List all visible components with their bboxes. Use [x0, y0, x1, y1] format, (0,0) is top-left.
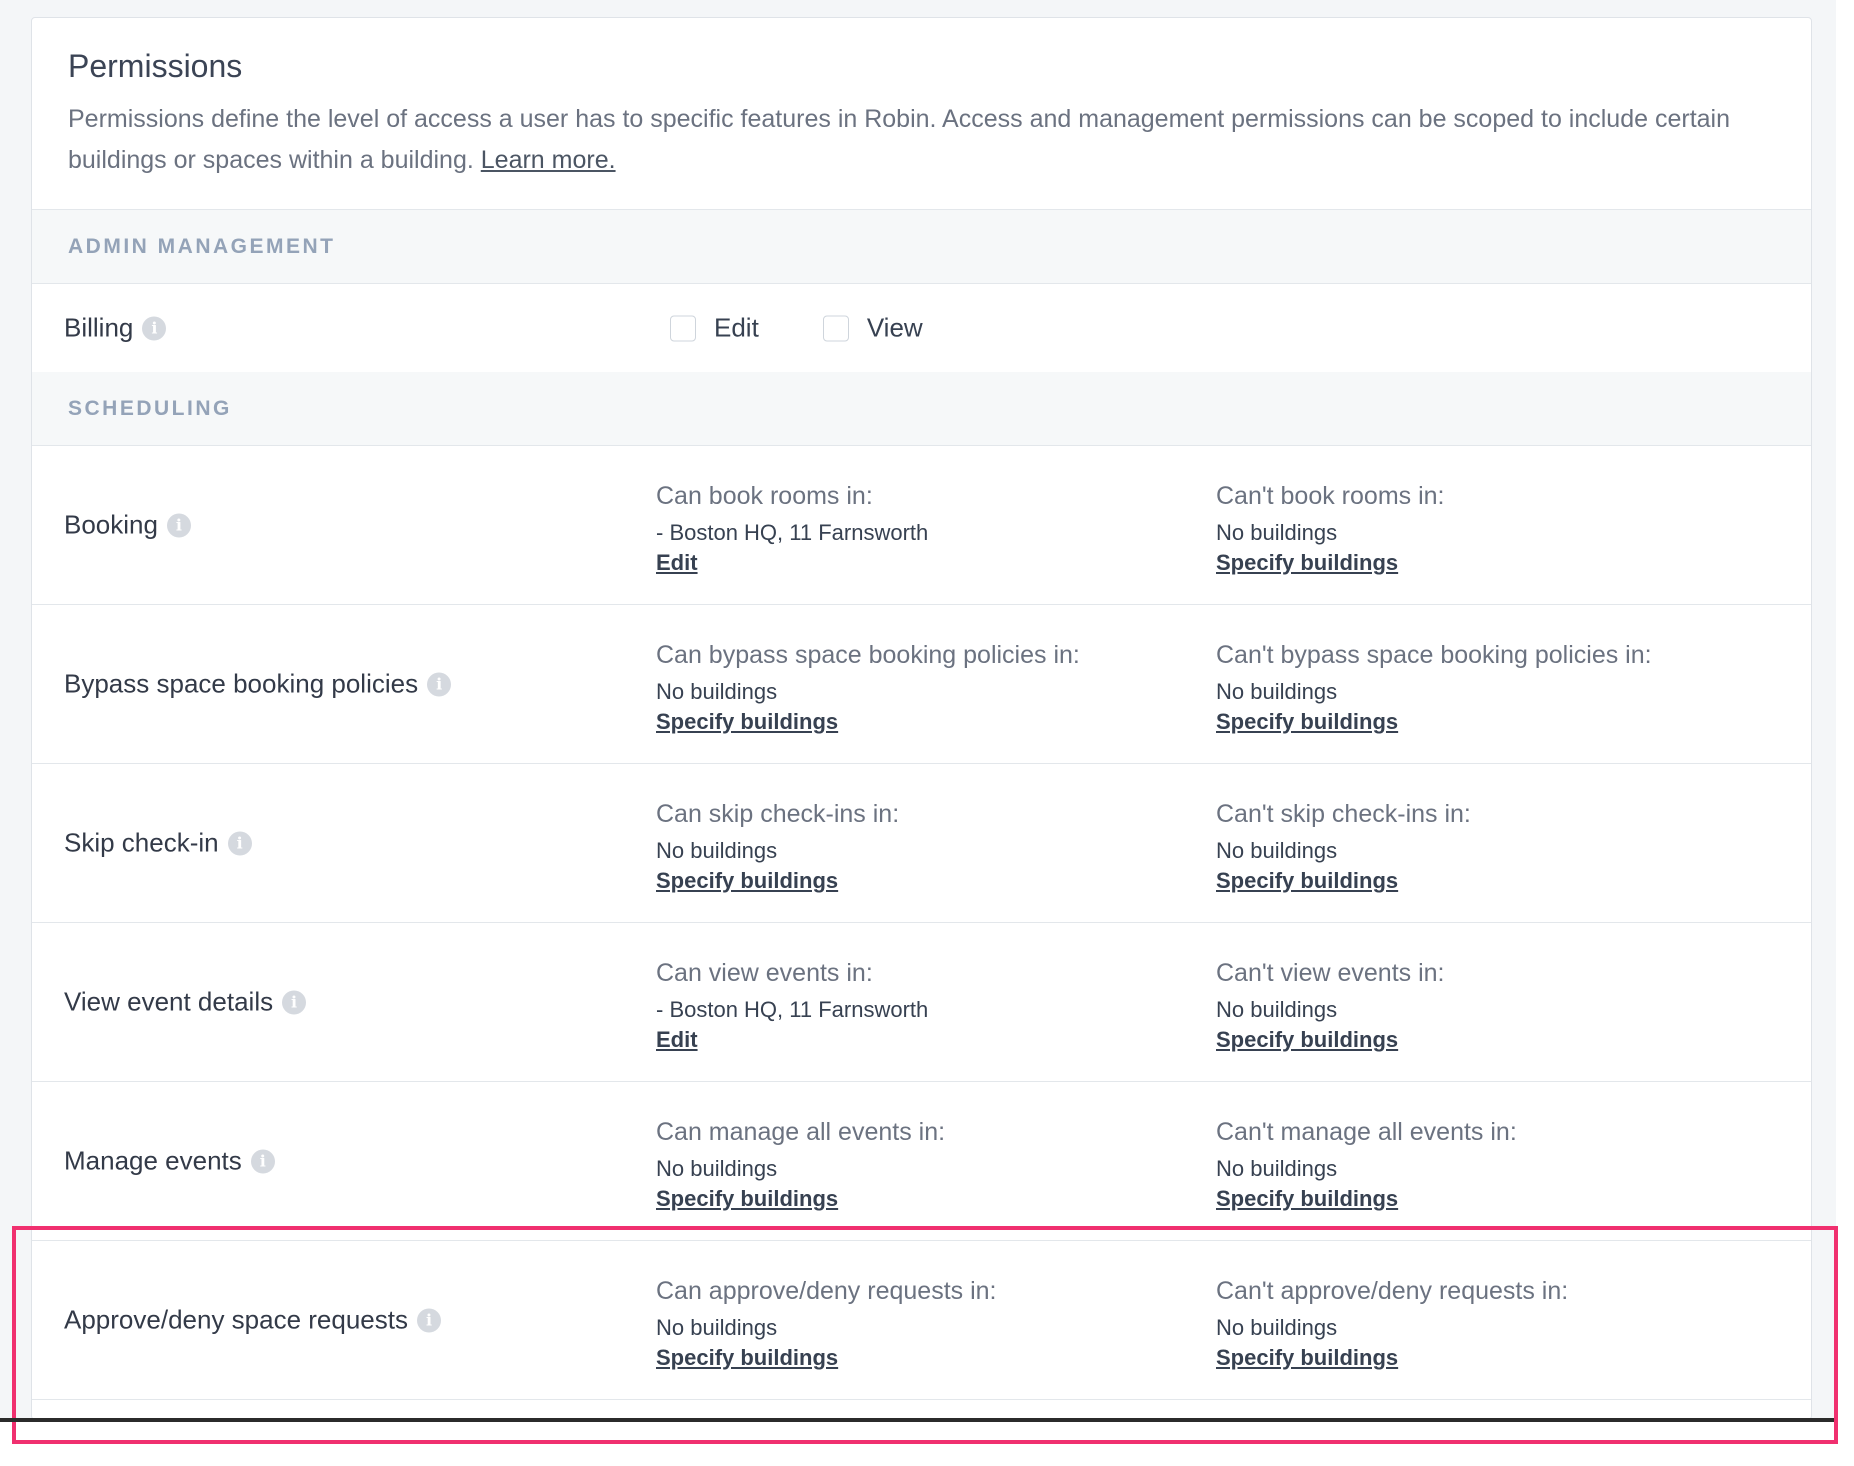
denied-specify-link[interactable]: Specify buildings [1216, 709, 1398, 734]
denied-column: Can't book rooms in: No buildings Specify … [1216, 480, 1445, 578]
row-label: Booking i [64, 510, 191, 541]
denied-column: Can't bypass space booking policies in: N… [1216, 639, 1652, 737]
permission-row: Skip check-in i Can skip check-ins in: No b… [32, 764, 1811, 923]
allowed-edit-link[interactable]: Specify buildings [656, 1186, 838, 1211]
denied-heading: Can't book rooms in: [1216, 482, 1445, 510]
page-title: Permissions [68, 48, 243, 84]
permissions-card: Permissions Permissions define the level… [31, 17, 1812, 1420]
permission-row-billing: Billing i Edit View [32, 284, 1811, 372]
info-icon[interactable]: i [250, 1149, 275, 1173]
permission-name: Approve/deny space requests [64, 1304, 408, 1335]
allowed-heading: Can skip check-ins in: [656, 800, 900, 828]
denied-value: No buildings [1216, 679, 1338, 704]
allowed-edit-link[interactable]: Specify buildings [656, 868, 838, 893]
denied-column: Can't view events in: No buildings Specify… [1216, 957, 1445, 1055]
info-icon[interactable]: i [282, 990, 307, 1014]
allowed-column: Can view events in: - Boston HQ, 11 Farns… [656, 957, 928, 1055]
denied-value: No buildings [1216, 1315, 1338, 1340]
row-label: Bypass space booking policies i [64, 668, 452, 700]
allowed-value: No buildings [656, 679, 778, 704]
permission-row: Bypass space booking policies i Can bypass… [32, 605, 1811, 764]
allowed-column: Can bypass space booking policies in: No … [656, 639, 1080, 737]
denied-specify-link[interactable]: Specify buildings [1216, 1345, 1398, 1370]
allowed-column: Can book rooms in: - Boston HQ, 11 Farnsw… [656, 480, 928, 578]
permission-row: Manage events i Can manage all events in: N… [32, 1082, 1811, 1241]
denied-specify-link[interactable]: Specify buildings [1216, 1027, 1398, 1052]
allowed-value: No buildings [656, 1156, 778, 1181]
info-icon[interactable]: i [166, 513, 191, 537]
learn-more-link[interactable]: Learn more. [481, 146, 616, 174]
billing-options: Edit View [670, 313, 987, 344]
allowed-edit-link[interactable]: Specify buildings [656, 1345, 838, 1370]
row-label: Skip check-in i [64, 828, 252, 859]
info-icon[interactable]: i [417, 1308, 441, 1332]
info-icon[interactable]: i [142, 316, 167, 340]
allowed-column: Can approve/deny requests in: No building… [656, 1275, 997, 1373]
denied-heading: Can't view events in: [1216, 959, 1445, 987]
billing-view-option[interactable]: View [822, 312, 923, 344]
allowed-heading: Can book rooms in: [656, 482, 873, 510]
billing-edit-label: Edit [714, 312, 759, 343]
billing-view-checkbox[interactable] [822, 315, 849, 341]
billing-view-label: View [866, 312, 923, 343]
permission-name: Manage events [64, 1145, 242, 1176]
row-label: Approve/deny space requests i [64, 1305, 441, 1336]
denied-value: No buildings [1216, 520, 1338, 545]
scheduling-rows: Booking i Can book rooms in: - Boston HQ, 1… [32, 446, 1811, 1400]
allowed-heading: Can approve/deny requests in: [656, 1277, 997, 1305]
allowed-edit-link[interactable]: Edit [656, 1027, 698, 1052]
denied-heading: Can't bypass space booking policies in: [1216, 641, 1652, 669]
allowed-heading: Can bypass space booking policies in: [656, 641, 1080, 669]
denied-column: Can't skip check-ins in: No buildings Spec… [1216, 798, 1471, 896]
allowed-column: Can skip check-ins in: No buildings Specif… [656, 798, 899, 896]
permissions-description: Permissions define the level of access a… [68, 99, 1775, 181]
permission-name: Booking [64, 509, 158, 540]
allowed-heading: Can manage all events in: [656, 1118, 946, 1146]
row-label: Billing i [64, 312, 167, 344]
allowed-heading: Can view events in: [656, 959, 873, 987]
denied-column: Can't approve/deny requests in: No buildi… [1216, 1275, 1568, 1373]
billing-edit-checkbox[interactable] [670, 315, 696, 341]
permission-row: Booking i Can book rooms in: - Boston HQ, 1… [32, 446, 1811, 605]
billing-edit-option[interactable]: Edit [670, 313, 759, 344]
permissions-header: Permissions Permissions define the level… [32, 18, 1811, 210]
bottom-strip [0, 1418, 1834, 1422]
denied-value: No buildings [1216, 997, 1338, 1022]
allowed-value: - Boston HQ, 11 Farnsworth [656, 520, 929, 545]
denied-specify-link[interactable]: Specify buildings [1216, 868, 1398, 893]
info-icon[interactable]: i [427, 672, 452, 696]
denied-heading: Can't manage all events in: [1216, 1118, 1517, 1146]
permission-name: Skip check-in [64, 827, 219, 858]
billing-label: Billing [64, 312, 134, 343]
denied-specify-link[interactable]: Specify buildings [1216, 1186, 1398, 1211]
denied-heading: Can't approve/deny requests in: [1216, 1277, 1569, 1305]
allowed-value: - Boston HQ, 11 Farnsworth [656, 997, 929, 1022]
permission-row: View event details i Can view events in: - … [32, 923, 1811, 1082]
section-scheduling: SCHEDULING [32, 372, 1811, 446]
row-label: View event details i [64, 986, 307, 1018]
allowed-edit-link[interactable]: Specify buildings [656, 709, 838, 734]
allowed-edit-link[interactable]: Edit [656, 550, 698, 575]
denied-value: No buildings [1216, 838, 1338, 863]
row-label: Manage events i [64, 1146, 275, 1177]
permission-name: View event details [64, 986, 274, 1017]
denied-specify-link[interactable]: Specify buildings [1216, 550, 1398, 575]
denied-heading: Can't skip check-ins in: [1216, 800, 1471, 828]
denied-column: Can't manage all events in: No buildings S… [1216, 1116, 1517, 1214]
permission-name: Bypass space booking policies [64, 668, 419, 699]
denied-value: No buildings [1216, 1156, 1338, 1181]
allowed-value: No buildings [656, 838, 778, 863]
section-admin-management: ADMIN MANAGEMENT [32, 210, 1811, 284]
allowed-value: No buildings [656, 1315, 778, 1340]
permission-row: Approve/deny space requests i Can approve/… [32, 1241, 1811, 1400]
info-icon[interactable]: i [227, 831, 252, 855]
allowed-column: Can manage all events in: No buildings Spe… [656, 1116, 945, 1214]
description-text: Permissions define the level of access a… [68, 105, 1730, 174]
